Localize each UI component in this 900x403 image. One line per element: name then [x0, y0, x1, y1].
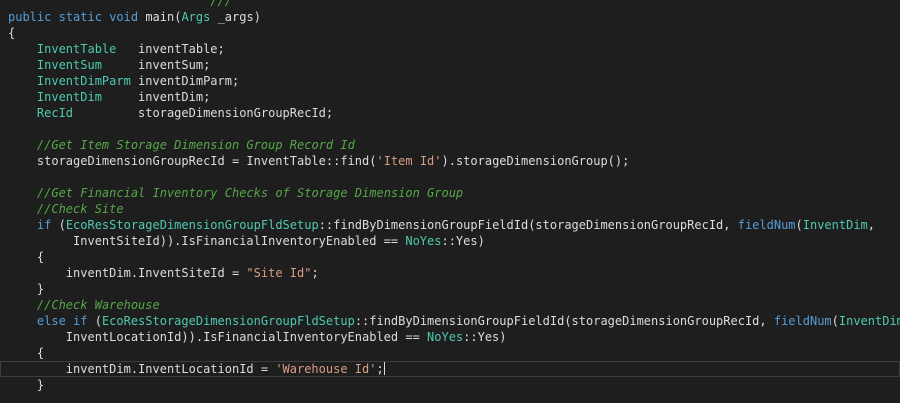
code-token-keyword: fieldNum [737, 218, 796, 232]
code-line[interactable]: //Get Item Storage Dimension Group Recor… [0, 137, 900, 153]
code-token-string: 'Warehouse Id' [275, 362, 377, 376]
code-line-current[interactable]: inventDim.InventLocationId = 'Warehouse … [0, 361, 900, 377]
code-token-keyword: public [8, 10, 52, 24]
code-token-plain: InventLocationId)).IsFinancialInventoryE… [8, 330, 428, 344]
code-token-keyword: else if [36, 314, 88, 328]
code-line[interactable]: storageDimensionGroupRecId = InventTable… [0, 153, 900, 169]
code-token-type: InventSum [36, 58, 102, 72]
code-token-type: InventTable [36, 42, 117, 56]
code-token-comment: //Check Warehouse [36, 298, 160, 312]
code-editor[interactable]: /// public static void main(Args _args){… [0, 0, 900, 403]
code-token-type: EcoResStorageDimensionGroupFldSetup [101, 314, 355, 328]
code-token-type: InventDim [838, 314, 900, 328]
code-token-plain: ( [831, 314, 839, 328]
code-line[interactable]: if (EcoResStorageDimensionGroupFldSetup:… [0, 217, 900, 233]
code-token-plain: ( [51, 218, 66, 232]
code-token-keyword: if [36, 218, 52, 232]
code-token-plain: ::findByDimensionGroupFieldId(storageDim… [354, 314, 774, 328]
code-token-plain: { [8, 346, 45, 360]
code-token-plain: inventTable; [116, 42, 225, 56]
code-token-plain: { [8, 26, 16, 40]
code-token-plain: _args) [210, 10, 261, 24]
code-token-plain: { [8, 250, 45, 264]
code-token-type: EcoResStorageDimensionGroupFldSetup [65, 218, 319, 232]
code-lines: /// public static void main(Args _args){… [0, 0, 900, 393]
code-token-type: NoYes [405, 234, 442, 248]
code-token-plain: storageDimensionGroupRecId = InventTable… [8, 154, 377, 168]
code-token-string: "Site Id" [246, 266, 312, 280]
text-caret [383, 361, 385, 375]
code-token-plain: inventSum; [101, 58, 211, 72]
code-token-plain: inventDim.InventSiteId = [8, 266, 247, 280]
code-line[interactable]: { [0, 345, 900, 361]
code-token-plain: InventSiteId)).IsFinancialInventoryEnabl… [8, 234, 406, 248]
code-token-type: RecId [36, 106, 74, 120]
code-line[interactable]: } [0, 377, 900, 393]
code-token-type: Args [181, 10, 211, 24]
code-token-plain: ::Yes) [463, 330, 507, 344]
code-token-plain: ::findByDimensionGroupFieldId(storageDim… [318, 218, 738, 232]
code-token-type: InventDim [802, 218, 868, 232]
code-token-keyword: void [109, 10, 139, 24]
code-token-plain: ::Yes) [441, 234, 485, 248]
code-line[interactable]: else if (EcoResStorageDimensionGroupFldS… [0, 313, 900, 329]
code-line[interactable]: //Check Site [0, 201, 900, 217]
code-line[interactable]: public static void main(Args _args) [0, 9, 900, 25]
code-line[interactable] [0, 121, 900, 137]
code-token-keyword: static [58, 10, 102, 24]
code-token-plain: , [867, 218, 876, 232]
code-line[interactable]: InventDimParm inventDimParm; [0, 73, 900, 89]
code-token-keyword: fieldNum [773, 314, 832, 328]
code-token-plain: inventDim.InventLocationId = [8, 362, 276, 376]
code-token-string: 'Item Id' [376, 154, 442, 168]
code-token-comment: //Get Item Storage Dimension Group Recor… [36, 138, 355, 152]
code-token-comment: //Get Financial Inventory Checks of Stor… [36, 186, 464, 200]
code-line[interactable]: InventSiteId)).IsFinancialInventoryEnabl… [0, 233, 900, 249]
code-token-plain: storageDimensionGroupRecId; [73, 106, 334, 120]
code-token-plain: inventDimParm; [130, 74, 240, 88]
code-token-plain: } [8, 378, 45, 392]
code-line[interactable]: { [0, 249, 900, 265]
code-token-plain: ).storageDimensionGroup(); [441, 154, 630, 168]
code-token-type: NoYes [427, 330, 464, 344]
code-token-comment: /// [8, 0, 247, 8]
code-line[interactable]: InventDim inventDim; [0, 89, 900, 105]
code-token-plain: main( [138, 10, 182, 24]
code-token-type: InventDim [36, 90, 102, 104]
code-token-comment: //Check Site [36, 202, 124, 216]
code-line[interactable]: InventTable inventTable; [0, 41, 900, 57]
code-line[interactable]: //Get Financial Inventory Checks of Stor… [0, 185, 900, 201]
code-token-plain: ( [795, 218, 803, 232]
code-token-type: InventDimParm [36, 74, 131, 88]
code-line[interactable]: //Check Warehouse [0, 297, 900, 313]
code-token-plain: ( [87, 314, 102, 328]
code-line[interactable]: /// [0, 0, 900, 9]
code-line[interactable]: InventLocationId)).IsFinancialInventoryE… [0, 329, 900, 345]
code-token-plain: ; [376, 362, 384, 376]
code-line[interactable]: inventDim.InventSiteId = "Site Id"; [0, 265, 900, 281]
code-line[interactable]: InventSum inventSum; [0, 57, 900, 73]
code-token-plain: inventDim; [101, 90, 211, 104]
code-line[interactable]: { [0, 25, 900, 41]
code-token-plain: } [8, 282, 45, 296]
code-line[interactable]: RecId storageDimensionGroupRecId; [0, 105, 900, 121]
code-line[interactable] [0, 169, 900, 185]
code-line[interactable]: } [0, 281, 900, 297]
code-token-plain: ; [311, 266, 319, 280]
